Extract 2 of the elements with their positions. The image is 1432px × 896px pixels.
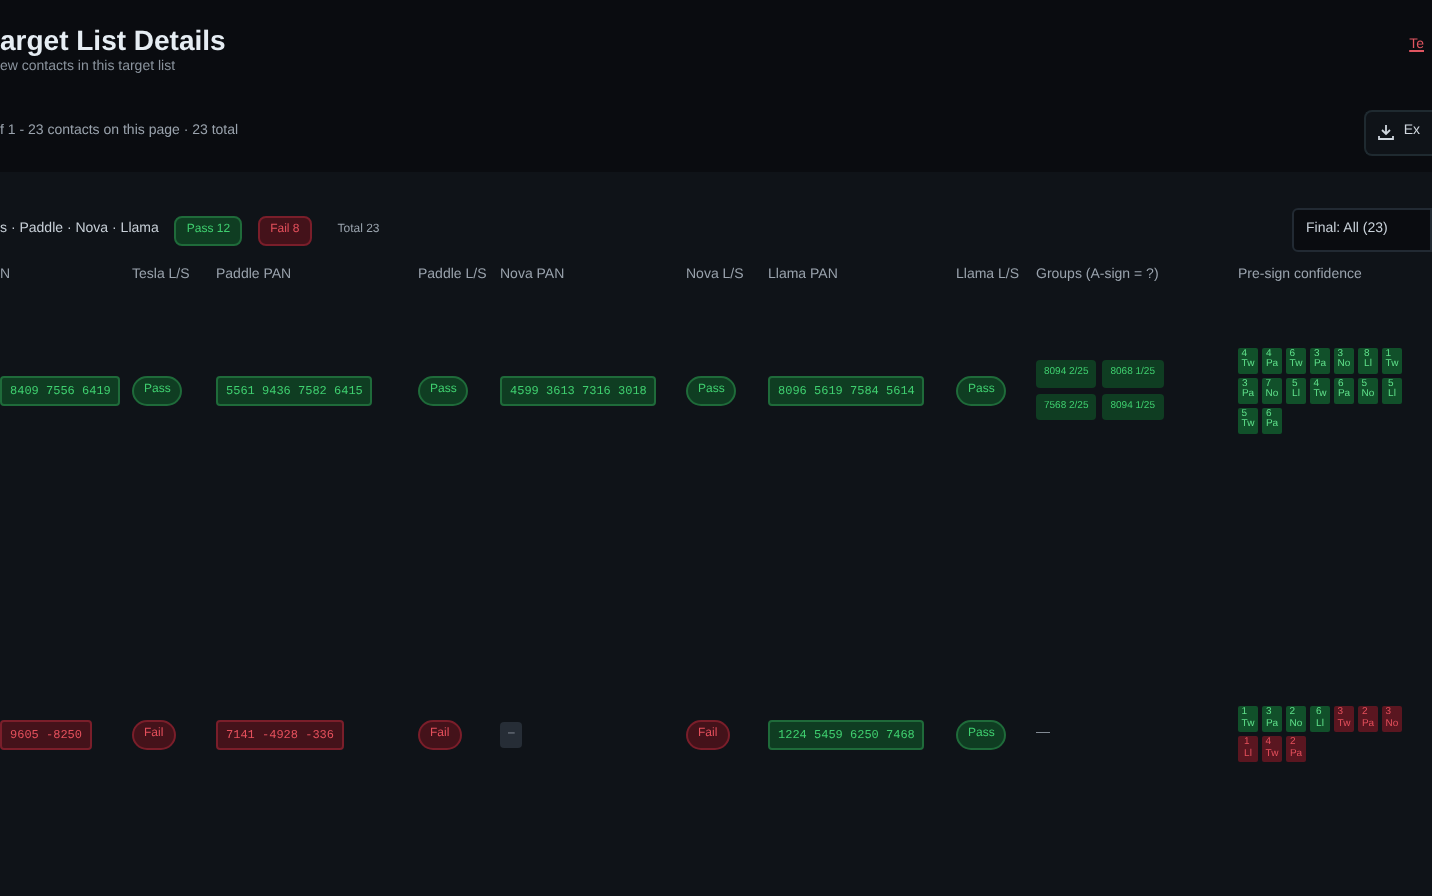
download-icon [1377, 124, 1394, 141]
page-title: arget List Details [0, 24, 226, 58]
